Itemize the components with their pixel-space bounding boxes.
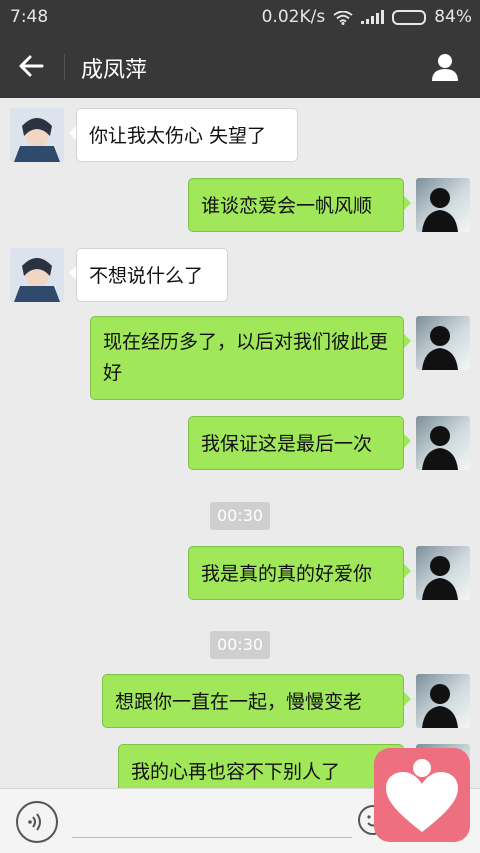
message-text: 我的心再也容不下别人了	[131, 761, 341, 783]
message-list[interactable]: 你让我太伤心 失望了 谁谈恋爱会一帆风顺 不想说什么了 现在经历多了，以后对我们…	[0, 98, 480, 788]
message-bubble[interactable]: 不想说什么了	[69, 248, 228, 302]
my-avatar[interactable]	[416, 674, 470, 728]
signal-icon	[361, 10, 385, 24]
message-text: 想跟你一直在一起，慢慢变老	[115, 691, 363, 713]
voice-icon[interactable]	[16, 801, 58, 843]
status-indicators: 0.02K/s 84%	[262, 7, 472, 27]
contact-avatar[interactable]	[10, 248, 64, 302]
message-text: 谁谈恋爱会一帆风顺	[201, 195, 373, 217]
message-input[interactable]	[72, 837, 352, 838]
header-divider	[64, 54, 65, 80]
timestamp-label: 00:30	[210, 502, 270, 530]
status-time: 7:48	[10, 7, 49, 27]
chat-title: 成凤萍	[81, 58, 148, 83]
my-avatar[interactable]	[416, 546, 470, 600]
message-bubble[interactable]: 我是真的真的好爱你	[188, 546, 411, 600]
my-avatar[interactable]	[416, 178, 470, 232]
timestamp-label: 00:30	[210, 631, 270, 659]
arrow-left-icon[interactable]	[14, 50, 50, 82]
contact-avatar[interactable]	[10, 108, 64, 162]
message-bubble[interactable]: 想跟你一直在一起，慢慢变老	[102, 674, 411, 728]
status-bar: 7:48 0.02K/s 84%	[0, 0, 480, 34]
message-bubble[interactable]: 谁谈恋爱会一帆风顺	[188, 178, 411, 232]
message-text: 你让我太伤心 失望了	[89, 125, 267, 147]
message-bubble[interactable]: 我的心再也容不下别人了	[118, 744, 411, 788]
person-icon[interactable]	[430, 52, 460, 82]
message-text: 现在经历多了，以后对我们彼此更好	[103, 331, 389, 384]
message-bubble[interactable]: 我保证这是最后一次	[188, 416, 411, 470]
battery-icon	[392, 9, 427, 25]
wifi-icon	[333, 10, 353, 25]
message-text: 不想说什么了	[89, 265, 204, 287]
message-text: 我是真的真的好爱你	[201, 563, 373, 585]
battery-percent: 84%	[434, 7, 472, 27]
message-text: 我保证这是最后一次	[201, 433, 373, 455]
heart-icon[interactable]	[374, 748, 470, 842]
my-avatar[interactable]	[416, 416, 470, 470]
message-bubble[interactable]: 现在经历多了，以后对我们彼此更好	[90, 316, 411, 400]
my-avatar[interactable]	[416, 316, 470, 370]
network-speed: 0.02K/s	[261, 7, 326, 27]
message-bubble[interactable]: 你让我太伤心 失望了	[69, 108, 298, 162]
chat-header: 成凤萍	[0, 34, 480, 98]
